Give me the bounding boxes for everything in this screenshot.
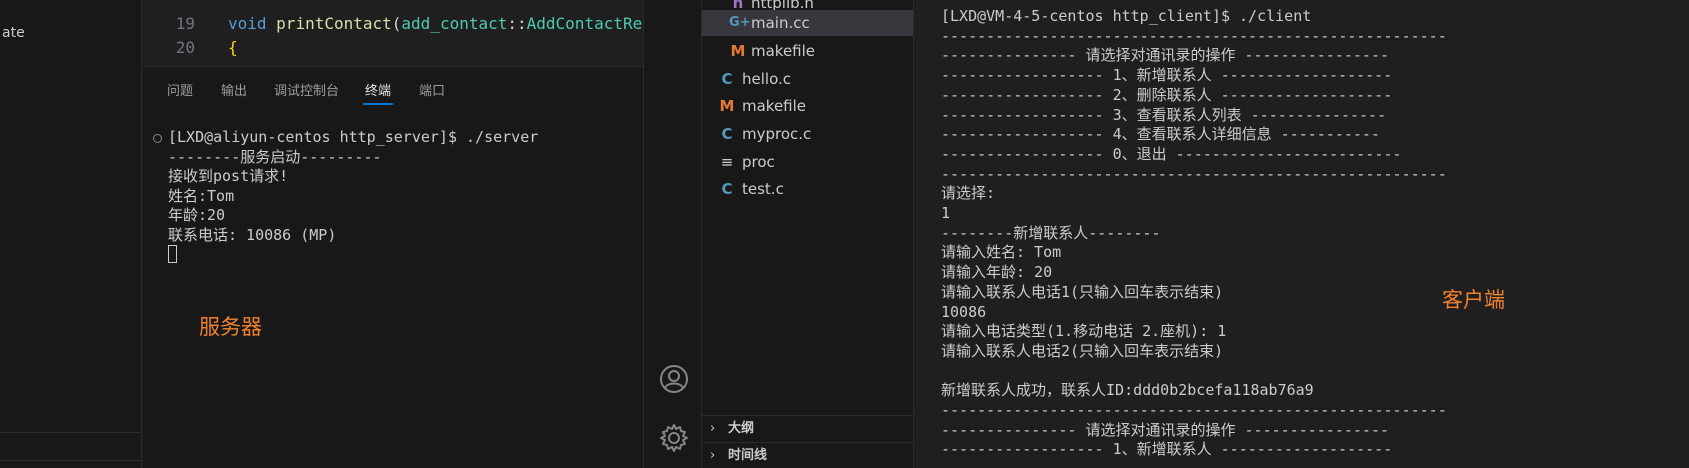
terminal-line: 请输入联系人电话2(只输入回车表示结束) <box>941 341 1224 360</box>
section-label: 大纲 <box>728 421 755 436</box>
line-number: 20 <box>175 38 195 57</box>
makefile-icon: M <box>719 97 735 115</box>
tab-debug-console[interactable]: 调试控制台 <box>274 80 339 99</box>
terminal-line: ------------------ 2、删除联系人 -------------… <box>941 85 1393 104</box>
plain-file-icon: ≡ <box>720 153 734 171</box>
terminal-line: --------服务启动--------- <box>168 147 382 166</box>
terminal-line: 请输入姓名: Tom <box>941 243 1062 262</box>
file-name: test.c <box>742 180 784 198</box>
makefile-icon: M <box>730 42 746 60</box>
terminal-line: ------------------ 1、新增联系人 -------------… <box>941 440 1393 459</box>
terminal-panel: 问题 输出 调试控制台 终端 端口 [LXD@aliyun-centos htt… <box>143 66 643 468</box>
type-name: AddContactReq <box>526 14 643 33</box>
chevron-right-icon: › <box>710 421 716 436</box>
terminal-line: 新增联系人成功，联系人ID:ddd0b2bcefa118ab76a9 <box>941 381 1314 400</box>
terminal-line: 请输入联系人电话1(只输入回车表示结束) <box>941 282 1224 301</box>
brace: { <box>228 38 238 57</box>
terminal-line: ------------------ 4、查看联系人详细信息 ---------… <box>941 125 1380 144</box>
file-name: makefile <box>751 42 816 60</box>
keyword: void <box>228 14 267 33</box>
client-annotation: 客户端 <box>1442 288 1505 312</box>
file-item[interactable]: C hello.c <box>702 66 913 92</box>
terminal-line: 年龄:20 <box>168 206 226 224</box>
file-name: main.cc <box>751 14 810 32</box>
terminal-line: 请选择: <box>941 184 996 203</box>
terminal-line: 姓名:Tom <box>168 186 235 205</box>
terminal-line: 请输入年龄: 20 <box>941 263 1053 282</box>
file-name: myproc.c <box>742 125 812 143</box>
line-number: 19 <box>175 14 195 33</box>
terminal-line: --------新增联系人-------- <box>941 223 1161 242</box>
server-terminal-output[interactable]: [LXD@aliyun-centos http_server]$ ./serve… <box>168 128 538 265</box>
terminal-line: ----------------------------------------… <box>941 26 1447 45</box>
terminal-line: [LXD@VM-4-5-centos http_client]$ ./clien… <box>941 7 1312 25</box>
tab-problems[interactable]: 问题 <box>167 80 193 99</box>
function-name: printContact <box>276 14 392 33</box>
file-name: hello.c <box>742 70 791 88</box>
terminal-line: ------------------ 0、退出 ----------------… <box>941 144 1402 163</box>
scope-sep: :: <box>507 14 527 33</box>
file-item[interactable]: M makefile <box>702 93 913 119</box>
terminal-line: 请输入电话类型(1.移动电话 2.座机): 1 <box>941 322 1227 341</box>
left-side-panel: ate <box>0 0 142 468</box>
file-name: proc <box>742 153 775 171</box>
chevron-right-icon: › <box>710 448 716 463</box>
terminal-line: ----------------------------------------… <box>941 164 1447 183</box>
terminal-line: ----------------------------------------… <box>941 401 1447 420</box>
paren: ( <box>391 14 402 33</box>
terminal-line: 10086 <box>941 302 987 321</box>
terminal-line: --------------- 请选择对通讯录的操作 -------------… <box>941 46 1390 65</box>
client-terminal-output: [LXD@VM-4-5-centos http_client]$ ./clien… <box>941 7 1447 460</box>
terminal-line: 接收到post请求! <box>168 167 289 185</box>
terminal-cursor <box>168 245 177 263</box>
divider <box>0 460 142 461</box>
tab-ports[interactable]: 端口 <box>419 80 445 99</box>
outline-section[interactable]: › 大纲 <box>702 415 913 441</box>
file-explorer: h httplib.h G+ main.cc M makefile C hell… <box>702 0 914 468</box>
divider <box>0 432 142 433</box>
settings-gear-icon[interactable] <box>658 422 690 454</box>
code-editor[interactable]: 19 void printContact(add_contact::AddCon… <box>143 0 643 66</box>
terminal-line: 联系电话: 10086 (MP) <box>168 225 337 244</box>
tab-terminal[interactable]: 终端 <box>365 80 391 99</box>
c-file-icon: C <box>721 180 733 198</box>
file-item[interactable]: C test.c <box>702 176 913 202</box>
file-item-selected[interactable]: G+ main.cc <box>702 10 913 36</box>
activity-bar <box>643 0 702 468</box>
server-annotation: 服务器 <box>199 315 262 339</box>
terminal-line: [LXD@aliyun-centos http_server]$ ./serve… <box>168 128 539 146</box>
file-item[interactable]: C myproc.c <box>702 121 913 147</box>
file-name: makefile <box>742 97 807 115</box>
c-file-icon: C <box>721 125 733 143</box>
terminal-line: ------------------ 1、新增联系人 -------------… <box>941 66 1393 85</box>
timeline-section[interactable]: › 时间线 <box>702 442 913 468</box>
cpp-file-icon: G+ <box>729 15 751 30</box>
tab-output[interactable]: 输出 <box>221 80 247 99</box>
terminal-line: --------------- 请选择对通讯录的操作 -------------… <box>941 420 1390 439</box>
section-label: 时间线 <box>728 448 768 463</box>
truncated-label: ate <box>2 25 25 41</box>
namespace: add_contact <box>401 14 508 33</box>
terminal-line: ------------------ 3、查看联系人列表 -----------… <box>941 105 1387 124</box>
c-file-icon: C <box>721 70 733 88</box>
active-tab-indicator <box>363 103 393 105</box>
client-terminal[interactable]: [LXD@VM-4-5-centos http_client]$ ./clien… <box>914 0 1689 468</box>
terminal-line: 1 <box>941 204 951 223</box>
command-status-icon <box>153 134 162 143</box>
accounts-icon[interactable] <box>658 363 690 395</box>
file-item[interactable]: M makefile <box>702 38 913 64</box>
file-item[interactable]: ≡ proc <box>702 149 913 175</box>
